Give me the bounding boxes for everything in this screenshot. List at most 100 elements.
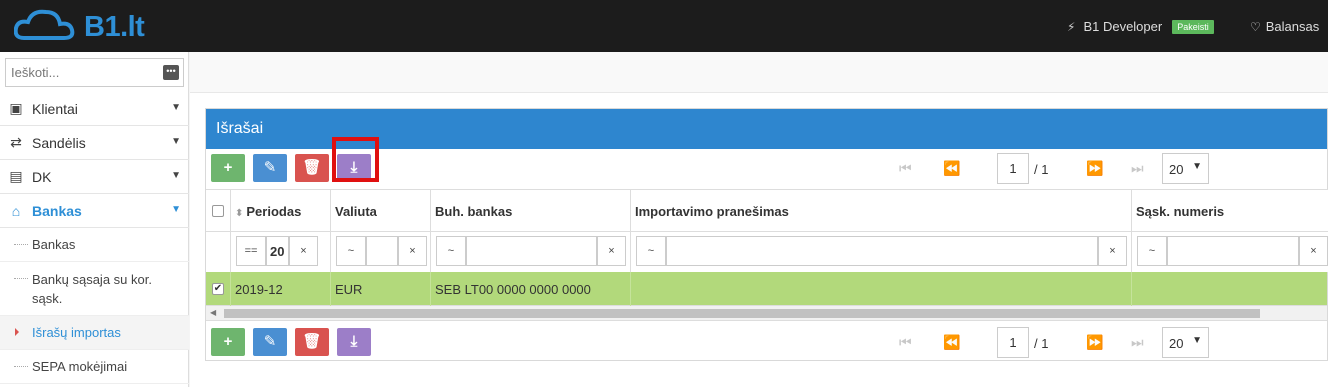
chevron-down-icon: ▼ <box>171 204 181 215</box>
filter-pranesimas-input[interactable] <box>666 236 1098 266</box>
col-importavimo-pranesimas[interactable]: Importavimo pranešimas <box>631 189 1132 232</box>
select-all-checkbox[interactable] <box>212 205 224 217</box>
book-icon: ▤ <box>9 168 23 184</box>
search-options-icon[interactable]: ••• <box>163 65 179 80</box>
sort-icon: ⬍ <box>235 208 244 219</box>
filter-valiuta-input[interactable] <box>366 236 398 266</box>
sidebar-subitem-sepa[interactable]: SEPA mokėjimai <box>0 350 189 384</box>
edit-button[interactable]: ✎ <box>253 328 287 356</box>
active-caret-icon <box>15 328 19 336</box>
balance-menu[interactable]: ♡ Balansas <box>1250 19 1319 34</box>
b1-logo[interactable]: B1.lt <box>14 8 149 44</box>
horizontal-scrollbar[interactable]: ◀ <box>206 306 1327 321</box>
filter-buh-bankas: ~ × <box>431 232 631 272</box>
clear-filter-icon[interactable]: × <box>289 236 318 266</box>
row-checkbox[interactable]: ✔ <box>212 283 224 295</box>
col-label: Valiuta <box>335 204 377 219</box>
cell-buh-bankas: SEB LT00 0000 0000 0000 <box>431 272 631 306</box>
scroll-left-icon[interactable]: ◀ <box>210 308 216 317</box>
subitem-label: Bankas <box>32 237 76 252</box>
sidebar-subitem-bankas[interactable]: Bankas <box>0 228 189 262</box>
filter-periodas-input[interactable]: 20 <box>266 236 289 266</box>
tree-line <box>14 366 28 367</box>
col-label: Importavimo pranešimas <box>635 204 789 219</box>
filter-op-button[interactable]: ~ <box>336 236 366 266</box>
clear-filter-icon[interactable]: × <box>597 236 626 266</box>
col-valiuta[interactable]: Valiuta <box>331 189 431 232</box>
last-page-icon[interactable]: ⏭ <box>1131 160 1144 177</box>
filter-op-button[interactable]: == <box>236 236 266 266</box>
sidebar-subitem-israsu-importas[interactable]: Išrašų importas <box>0 316 189 350</box>
filter-pranesimas: ~ × <box>631 232 1132 272</box>
clear-filter-icon[interactable]: × <box>398 236 427 266</box>
sidebar-item-label: Sandėlis <box>32 134 86 151</box>
col-label: Periodas <box>246 204 302 219</box>
first-page-icon[interactable]: ⏮ <box>899 160 912 177</box>
col-buh-bankas[interactable]: Buh. bankas <box>431 189 631 232</box>
chevron-down-icon: ▼ <box>171 136 181 147</box>
main-content: Išrašai + ✎ 🗑 ⤓ ⏮ ⏪ 1 / 1 ⏩ ⏭ 20 ▼ ⬍ Peri… <box>190 93 1328 387</box>
page-size-select[interactable]: 20 ▼ <box>1162 153 1209 184</box>
first-page-icon[interactable]: ⏮ <box>899 334 912 351</box>
row-checkbox-cell: ✔ <box>206 272 231 306</box>
cell-pranesimas <box>631 272 1132 306</box>
tree-line <box>14 244 28 245</box>
filter-buh-bankas-input[interactable] <box>466 236 597 266</box>
filter-valiuta: ~ × <box>331 232 431 272</box>
subitem-label: Išrašų importas <box>32 325 121 340</box>
add-button[interactable]: + <box>211 328 245 356</box>
col-periodas[interactable]: ⬍ Periodas <box>231 189 331 232</box>
exchange-icon: ⇄ <box>10 134 22 150</box>
next-page-icon[interactable]: ⏩ <box>1086 160 1103 177</box>
last-page-icon[interactable]: ⏭ <box>1131 334 1144 351</box>
page-count: / 1 <box>1034 162 1049 177</box>
cell-valiuta: EUR <box>331 272 431 306</box>
col-sask-numeris[interactable]: Sąsk. numeris <box>1132 189 1328 232</box>
page-count: / 1 <box>1034 336 1049 351</box>
sidebar-item-label: Klientai <box>32 100 78 117</box>
import-highlight-box <box>332 137 379 182</box>
filter-sask-numeris: ~ × <box>1132 232 1328 272</box>
clear-filter-icon[interactable]: × <box>1299 236 1328 266</box>
filter-op-button[interactable]: ~ <box>436 236 466 266</box>
search-placeholder: Ieškoti... <box>11 65 60 80</box>
page-input[interactable]: 1 <box>997 327 1029 358</box>
change-company-badge[interactable]: Pakeisti <box>1172 19 1214 34</box>
caret-down-icon: ▼ <box>1192 161 1202 172</box>
sidebar-item-label: DK <box>32 168 52 185</box>
filter-op-button[interactable]: ~ <box>636 236 666 266</box>
user-icon: ▣ <box>9 100 23 116</box>
select-all-header <box>206 189 231 232</box>
edit-button[interactable]: ✎ <box>253 154 287 182</box>
page-size-select[interactable]: 20 ▼ <box>1162 327 1209 358</box>
sidebar-item-klientai[interactable]: ▣ Klientai ▼ <box>0 92 189 126</box>
cell-periodas: 2019-12 <box>231 272 331 306</box>
prev-page-icon[interactable]: ⏪ <box>943 160 960 177</box>
heartbeat-icon: ♡ <box>1250 19 1261 34</box>
sidebar-item-dk[interactable]: ▤ DK ▼ <box>0 160 189 194</box>
page-input[interactable]: 1 <box>997 153 1029 184</box>
page-size-value: 20 <box>1169 162 1184 177</box>
clear-filter-icon[interactable]: × <box>1098 236 1127 266</box>
filter-blank <box>206 232 231 272</box>
logo-text: B1.lt <box>84 11 145 43</box>
top-navbar: B1.lt ⚡ B1 Developer Pakeisti ♡ Balansas <box>0 0 1328 52</box>
delete-button[interactable]: 🗑 <box>295 328 329 356</box>
sidebar-item-label: Bankas <box>32 202 82 219</box>
user-menu[interactable]: ⚡ B1 Developer Pakeisti <box>1067 19 1214 34</box>
scrollbar-thumb[interactable] <box>224 309 1260 318</box>
import-button[interactable]: ⤓ <box>337 328 371 356</box>
sidebar-item-sandelis[interactable]: ⇄ Sandėlis ▼ <box>0 126 189 160</box>
add-button[interactable]: + <box>211 154 245 182</box>
sidebar-item-bankas[interactable]: ⌂ Bankas ▼ <box>0 194 189 228</box>
page-size-value: 20 <box>1169 336 1184 351</box>
search-input[interactable]: Ieškoti... ••• <box>5 58 184 87</box>
prev-page-icon[interactable]: ⏪ <box>943 334 960 351</box>
delete-button[interactable]: 🗑 <box>295 154 329 182</box>
filter-sask-input[interactable] <box>1167 236 1299 266</box>
filter-op-button[interactable]: ~ <box>1137 236 1167 266</box>
sidebar-subitem-banku-sasaja[interactable]: Bankų sąsaja su kor. sąsk. <box>0 262 189 316</box>
breadcrumb <box>190 52 1328 93</box>
next-page-icon[interactable]: ⏩ <box>1086 334 1103 351</box>
chevron-down-icon: ▼ <box>171 170 181 181</box>
